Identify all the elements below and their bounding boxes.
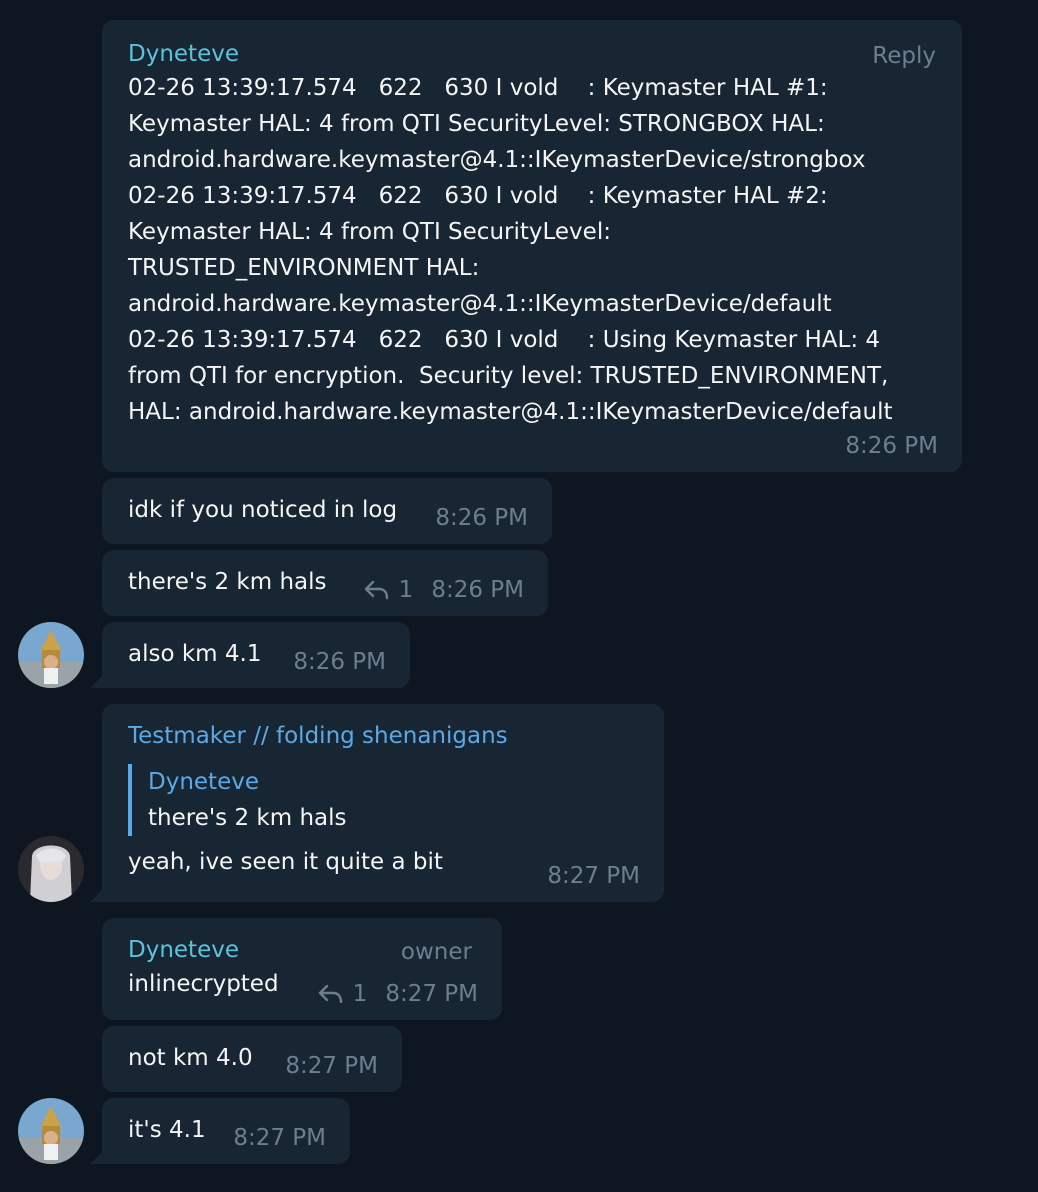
message-bubble[interactable]: idk if you noticed in log 8:26 PM	[102, 478, 552, 544]
message-text: it's 4.1	[128, 1117, 206, 1143]
message-bubble-log[interactable]: Dyneteve Reply 02-26 13:39:17.574 622 63…	[102, 20, 962, 472]
avatar-dyneteve[interactable]	[18, 1098, 84, 1164]
message-time: 8:26 PM	[435, 505, 528, 531]
text-line: 02-26 13:39:17.574 622 630 I vold : Keym…	[128, 183, 828, 209]
reply-arrow-icon	[318, 984, 342, 1004]
message-text: not km 4.0	[128, 1045, 253, 1071]
sender-name[interactable]: Dyneteve	[128, 38, 936, 70]
avatar-dyneteve[interactable]	[18, 622, 84, 688]
message-meta: 1 8:26 PM	[363, 572, 524, 608]
owner-badge: owner	[400, 939, 472, 965]
quote-text: there's 2 km hals	[148, 805, 347, 831]
message-meta: 8:27 PM	[547, 858, 640, 894]
quoted-message[interactable]: Dyneteve there's 2 km hals	[128, 764, 638, 836]
message-bubble[interactable]: also km 4.1 8:26 PM	[90, 622, 410, 688]
message-meta: 8:26 PM	[293, 644, 386, 680]
message-time: 8:27 PM	[285, 1053, 378, 1079]
message-bubble-reply[interactable]: Testmaker // folding shenanigans Dynetev…	[90, 704, 664, 902]
sender-name[interactable]: Testmaker // folding shenanigans	[128, 720, 638, 752]
message-meta: 8:27 PM	[285, 1048, 378, 1084]
replies-count[interactable]: 1	[363, 572, 414, 608]
text-line: 02-26 13:39:17.574 622 630 I vold : Usin…	[128, 327, 881, 353]
avatar-image	[18, 622, 84, 688]
text-line: HAL: android.hardware.keymaster@4.1::IKe…	[128, 399, 893, 425]
message-meta: 8:26 PM	[435, 500, 528, 536]
message-bubble[interactable]: there's 2 km hals 1 8:26 PM	[102, 550, 548, 616]
message-text: also km 4.1	[128, 641, 262, 667]
text-line: TRUSTED_ENVIRONMENT HAL:	[128, 255, 480, 281]
message-time: 8:27 PM	[233, 1125, 326, 1151]
text-line: 02-26 13:39:17.574 622 630 I vold : Keym…	[128, 75, 828, 101]
avatar-testmaker[interactable]	[18, 836, 84, 902]
message-time: 8:26 PM	[845, 433, 938, 459]
replies-count-number: 1	[352, 981, 368, 1007]
message-text: there's 2 km hals	[128, 569, 327, 595]
text-line: Keymaster HAL: 4 from QTI SecurityLevel:	[128, 219, 611, 245]
message-time: 8:27 PM	[385, 981, 478, 1007]
reply-arrow-icon	[364, 580, 388, 600]
replies-count[interactable]: 1	[317, 976, 368, 1012]
message-time: 8:27 PM	[547, 863, 640, 889]
text-line: android.hardware.keymaster@4.1::IKeymast…	[128, 291, 832, 317]
quote-sender: Dyneteve	[148, 769, 259, 795]
message-time: 8:26 PM	[431, 577, 524, 603]
text-line: android.hardware.keymaster@4.1::IKeymast…	[128, 147, 866, 173]
message-bubble[interactable]: Dyneteve owner inlinecrypted 1 8:27 PM	[102, 918, 502, 1020]
reply-button[interactable]: Reply	[872, 38, 936, 74]
replies-count-number: 1	[398, 577, 414, 603]
message-time: 8:26 PM	[293, 649, 386, 675]
text-line: Keymaster HAL: 4 from QTI SecurityLevel:…	[128, 111, 825, 137]
message-bubble[interactable]: it's 4.1 8:27 PM	[90, 1098, 350, 1164]
message-text: 02-26 13:39:17.574 622 630 I vold : Keym…	[128, 70, 936, 430]
message-text: idk if you noticed in log	[128, 497, 398, 523]
avatar-image	[18, 836, 84, 902]
text-line: from QTI for encryption. Security level:…	[128, 363, 889, 389]
message-bubble[interactable]: not km 4.0 8:27 PM	[102, 1026, 402, 1092]
avatar-image	[18, 1098, 84, 1164]
message-meta: 1 8:27 PM	[317, 976, 478, 1012]
message-meta: 8:27 PM	[233, 1120, 326, 1156]
